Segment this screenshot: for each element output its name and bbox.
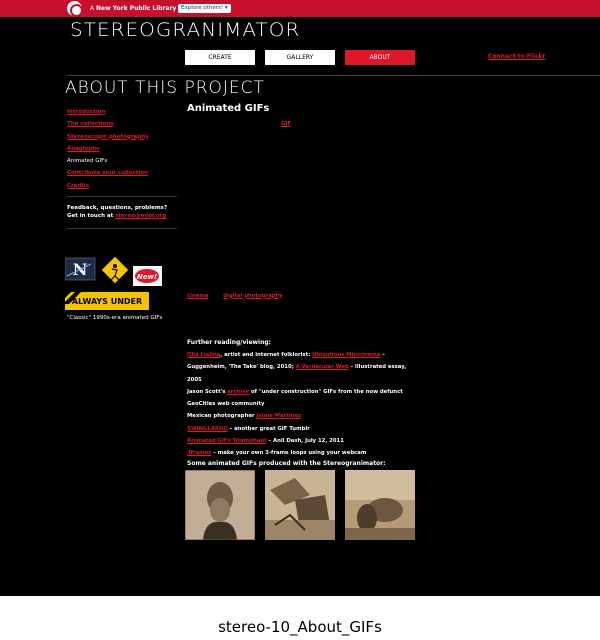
swinglargo-link[interactable]: SWINGLARGO xyxy=(187,426,228,432)
further-reading-list: Olia Lialina, artist and internet folklo… xyxy=(187,349,415,460)
page-title: ABOUT THIS PROJECT xyxy=(65,78,265,98)
classic-gifs-illustration: N New! ALWAYS UNDER xyxy=(64,255,175,312)
paragraph-intro: Now a quarter century old, the GIF, or G… xyxy=(187,121,414,240)
svg-text:ALWAYS UNDER: ALWAYS UNDER xyxy=(72,297,142,306)
about-sidebar-nav: Introduction The collections Stereoscopi… xyxy=(67,106,177,192)
sidebar-item-introduction[interactable]: Introduction xyxy=(67,106,177,118)
classic-gifs-caption: "Classic" 1990s-era animated GIFs xyxy=(67,315,163,321)
jaime-martinez-link[interactable]: Jaime Martinez xyxy=(256,413,301,419)
sidebar-item-anaglyphs[interactable]: Anaglyphs xyxy=(67,143,177,155)
content-heading: Animated GIFs xyxy=(187,103,270,114)
always-under-construction-banner: ALWAYS UNDER xyxy=(65,292,149,310)
main-content: Animated GIFs xyxy=(187,103,415,119)
sidebar-item-stereoscopic[interactable]: Stereoscopic photography xyxy=(67,131,177,143)
further-reading-heading: Further reading/viewing: xyxy=(187,339,272,346)
gif-thumbnail-portrait[interactable] xyxy=(184,469,256,541)
gif-thumbnail-camp[interactable] xyxy=(265,470,335,540)
nypl-top-bar: A New York Public Library website Explor… xyxy=(0,0,600,17)
digital-photography-link[interactable]: digital photography xyxy=(223,293,282,299)
site-logo-title[interactable]: STEREOGRANIMATOR xyxy=(70,19,300,41)
nypl-logo-icon[interactable] xyxy=(67,1,83,17)
netscape-n-icon: N xyxy=(64,257,96,281)
explore-others-dropdown[interactable]: Explore others! ▾ xyxy=(178,4,231,13)
sidebar-item-contribute[interactable]: Contribute your collection xyxy=(67,167,177,179)
3frames-link[interactable]: 3frames xyxy=(187,450,211,456)
sidebar-divider xyxy=(67,196,177,197)
list-item: Animated GIFs Triumphant – Anil Dash, Ju… xyxy=(187,438,344,445)
list-item: SWINGLARGO – another great GIF Tumblr xyxy=(187,425,310,432)
vernacular-web-link[interactable]: A Vernacular Web xyxy=(296,364,349,370)
nav-create[interactable]: CREATE xyxy=(185,50,255,65)
gif-link[interactable]: GIF xyxy=(281,121,290,127)
page: A New York Public Library website Explor… xyxy=(0,0,600,596)
sidebar-item-collections[interactable]: The collections xyxy=(67,118,177,130)
list-item: Jason Scott's archive of "under construc… xyxy=(187,388,403,408)
construction-sign-icon xyxy=(100,255,130,285)
list-item: Mexican photographer Jaime Martinez xyxy=(187,413,301,420)
nav-about[interactable]: ABOUT xyxy=(345,50,415,65)
nav-gallery[interactable]: GALLERY xyxy=(265,50,335,65)
sidebar-divider xyxy=(67,228,177,229)
sidebar-item-animated-gifs: Animated GIFs xyxy=(67,158,108,165)
image-caption: stereo-10_About_GIFs xyxy=(218,618,382,636)
feedback-text: Feedback, questions, problems? Get in to… xyxy=(67,205,168,219)
sample-gifs-heading: Some animated GIFs produced with the Ste… xyxy=(187,460,386,467)
header-divider xyxy=(67,75,600,76)
svg-text:New!: New! xyxy=(137,273,157,281)
new-badge-icon: New! xyxy=(133,266,162,286)
connect-flickr-link[interactable]: Connect to Flickr xyxy=(488,53,545,60)
ubiquitous-minicinema-link[interactable]: Ubiquitous Minicinema xyxy=(312,352,380,358)
list-item: Olia Lialina, artist and internet folklo… xyxy=(187,352,407,383)
feedback-email-link[interactable]: stereo@nypl.org xyxy=(115,213,166,219)
sidebar-item-credits[interactable]: Credits xyxy=(67,180,177,192)
paragraph-modern: While most associate them today with ama… xyxy=(187,255,410,324)
animated-gifs-triumphant-link[interactable]: Animated GIFs Triumphant xyxy=(187,438,267,444)
gif-thumbnail-scene[interactable] xyxy=(345,470,415,540)
list-item: 3frames – make your own 3-frame loops us… xyxy=(187,450,367,457)
archive-link[interactable]: archive xyxy=(227,389,249,395)
olia-lialina-link[interactable]: Olia Lialina xyxy=(187,352,220,358)
cinema-link[interactable]: cinema xyxy=(187,293,208,299)
